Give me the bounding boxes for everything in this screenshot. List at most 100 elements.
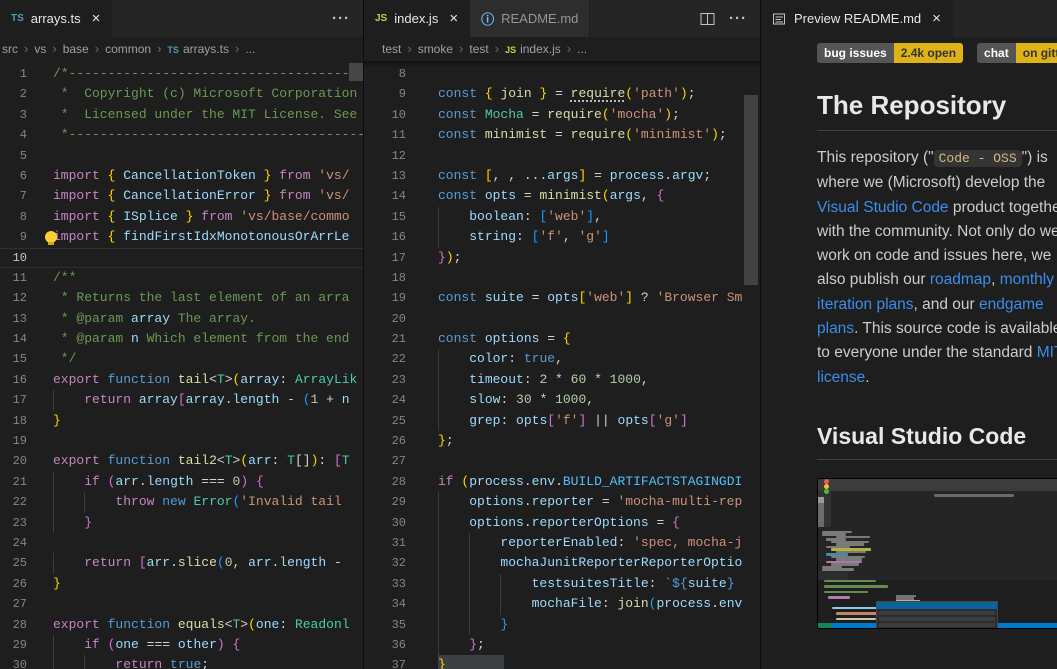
breadcrumb-item[interactable]: test [382, 42, 401, 56]
code-line[interactable]: 11/** [0, 268, 363, 288]
code-line[interactable]: 20export function tail2<T>(arr: T[]): [T [0, 451, 363, 471]
code-text: slow: 30 * 1000, [438, 392, 594, 407]
code-line[interactable]: 33 testsuitesTitle: `${suite} [364, 574, 760, 594]
code-line[interactable]: 29 options.reporter = 'mocha-multi-rep [364, 492, 760, 512]
code-line[interactable]: 14const opts = minimist(args, { [364, 186, 760, 206]
code-line[interactable]: 19const suite = opts['web'] ? 'Browser S… [364, 288, 760, 308]
md-link[interactable]: roadmap [930, 271, 991, 288]
breadcrumb-item[interactable]: test [469, 42, 488, 56]
code-line[interactable]: 35 } [364, 615, 760, 635]
code-line[interactable]: 31 reporterEnabled: 'spec, mocha-j [364, 533, 760, 553]
code-line[interactable]: 15 boolean: ['web'], [364, 207, 760, 227]
code-line[interactable]: 18} [0, 411, 363, 431]
split-editor-icon[interactable] [700, 12, 715, 26]
code-line[interactable]: 4 *-------------------------------------… [0, 125, 363, 145]
more-actions-icon[interactable]: ··· [729, 11, 747, 26]
code-line[interactable]: 2 * Copyright (c) Microsoft Corporation [0, 84, 363, 104]
scrollbar-thumb[interactable] [349, 63, 363, 81]
md-link[interactable]: MIT [1037, 344, 1057, 361]
code-line[interactable]: 9import { findFirstIdxMonotonousOrArrLe [0, 227, 363, 247]
code-line[interactable]: 24 [0, 533, 363, 553]
code-line[interactable]: 26} [0, 574, 363, 594]
code-line[interactable]: 8 [364, 64, 760, 84]
close-icon[interactable]: × [932, 11, 941, 26]
more-actions-icon[interactable]: ··· [332, 11, 350, 26]
close-icon[interactable]: × [92, 11, 101, 26]
code-line[interactable]: 23 timeout: 2 * 60 * 1000, [364, 370, 760, 390]
code-line[interactable]: 17 return array[array.length - (1 + n [0, 390, 363, 410]
breadcrumb-item[interactable]: base [63, 42, 89, 56]
breadcrumb-item[interactable]: vs [34, 42, 46, 56]
breadcrumb-item[interactable]: ... [245, 42, 255, 56]
scrollbar-thumb[interactable] [744, 95, 758, 285]
code-line[interactable]: 30 return true; [0, 655, 363, 669]
code-line[interactable]: 10const Mocha = require('mocha'); [364, 105, 760, 125]
code-line[interactable]: 18 [364, 268, 760, 288]
code-line[interactable]: 10 [0, 248, 363, 268]
code-line[interactable]: 12 * Returns the last element of an arra [0, 288, 363, 308]
code-line[interactable]: 29 if (one === other) { [0, 635, 363, 655]
code-line[interactable]: 37} [364, 655, 760, 669]
code-line[interactable]: 28export function equals<T>(one: Readonl [0, 615, 363, 635]
md-link[interactable]: endgame [979, 296, 1044, 313]
code-text: options.reporterOptions = { [438, 515, 680, 530]
code-line[interactable]: 34 mochaFile: join(process.env [364, 594, 760, 614]
code-line[interactable]: 25 return [arr.slice(0, arr.length - [0, 553, 363, 573]
code-line[interactable]: 30 options.reporterOptions = { [364, 513, 760, 533]
breadcrumb-item[interactable]: TSarrays.ts [167, 42, 229, 56]
code-line[interactable]: 11const minimist = require('minimist'); [364, 125, 760, 145]
code-line[interactable]: 27 [0, 594, 363, 614]
code-line[interactable]: 26}; [364, 431, 760, 451]
md-link[interactable]: monthly [1000, 271, 1054, 288]
code-line[interactable]: 22 throw new Error('Invalid tail [0, 492, 363, 512]
code-line[interactable]: 5 [0, 146, 363, 166]
code-line[interactable]: 27 [364, 451, 760, 471]
md-link[interactable]: plans [817, 320, 854, 337]
md-link[interactable]: iteration plans [817, 296, 914, 313]
badge-bug-issues[interactable]: bug issues2.4k open [817, 43, 963, 63]
code-line[interactable]: 16 string: ['f', 'g'] [364, 227, 760, 247]
code-line[interactable]: 9const { join } = require('path'); [364, 84, 760, 104]
code-line[interactable]: 17}); [364, 248, 760, 268]
tab-preview-readme-md[interactable]: Preview README.md× [761, 0, 953, 37]
close-icon[interactable]: × [449, 11, 458, 26]
breadcrumb-item[interactable]: JSindex.js [505, 42, 561, 56]
code-line[interactable]: 19 [0, 431, 363, 451]
code-line[interactable]: 8import { ISplice } from 'vs/base/commo [0, 207, 363, 227]
code-line[interactable]: 36 }; [364, 635, 760, 655]
code-line[interactable]: 21const options = { [364, 329, 760, 349]
code-line[interactable]: 28if (process.env.BUILD_ARTIFACTSTAGINGD… [364, 472, 760, 492]
screenshot-detail [877, 602, 997, 609]
code-line[interactable]: 6import { CancellationToken } from 'vs/ [0, 166, 363, 186]
breadcrumb-item[interactable]: smoke [418, 42, 453, 56]
tab-arrays-ts[interactable]: TSarrays.ts× [0, 0, 112, 37]
md-link[interactable]: license [817, 369, 865, 386]
code-editor-arrays-ts[interactable]: 1/*-------------------------------------… [0, 61, 363, 669]
code-line[interactable]: 15 */ [0, 349, 363, 369]
code-editor-index-js[interactable]: 89const { join } = require('path');10con… [364, 61, 760, 669]
breadcrumb-item[interactable]: common [105, 42, 151, 56]
tab-readme-md[interactable]: ⓘREADME.md [470, 0, 590, 37]
code-line[interactable]: 7import { CancellationError } from 'vs/ [0, 186, 363, 206]
code-line[interactable]: 14 * @param n Which element from the end [0, 329, 363, 349]
code-line[interactable]: 21 if (arr.length === 0) { [0, 472, 363, 492]
code-line[interactable]: 3 * Licensed under the MIT License. See [0, 105, 363, 125]
badge-chat[interactable]: chaton gitter [977, 43, 1057, 63]
breadcrumb-middle: test›smoke›test›JSindex.js›... [364, 37, 760, 61]
code-line[interactable]: 12 [364, 146, 760, 166]
code-line[interactable]: 16export function tail<T>(array: ArrayLi… [0, 370, 363, 390]
code-line[interactable]: 25 grep: opts['f'] || opts['g'] [364, 411, 760, 431]
code-line[interactable]: 23 } [0, 513, 363, 533]
breadcrumb-item[interactable]: src [2, 42, 18, 56]
code-line[interactable]: 24 slow: 30 * 1000, [364, 390, 760, 410]
md-text-line: work on code and issues here, we [817, 244, 1057, 268]
breadcrumb-item[interactable]: ... [577, 42, 587, 56]
code-line[interactable]: 1/*-------------------------------------… [0, 64, 363, 84]
code-line[interactable]: 13const [, , ...args] = process.argv; [364, 166, 760, 186]
code-line[interactable]: 13 * @param array The array. [0, 309, 363, 329]
md-link[interactable]: Visual Studio Code [817, 199, 949, 216]
code-line[interactable]: 32 mochaJunitReporterReporterOptio [364, 553, 760, 573]
tab-index-js[interactable]: JSindex.js× [364, 0, 470, 37]
code-line[interactable]: 20 [364, 309, 760, 329]
code-line[interactable]: 22 color: true, [364, 349, 760, 369]
